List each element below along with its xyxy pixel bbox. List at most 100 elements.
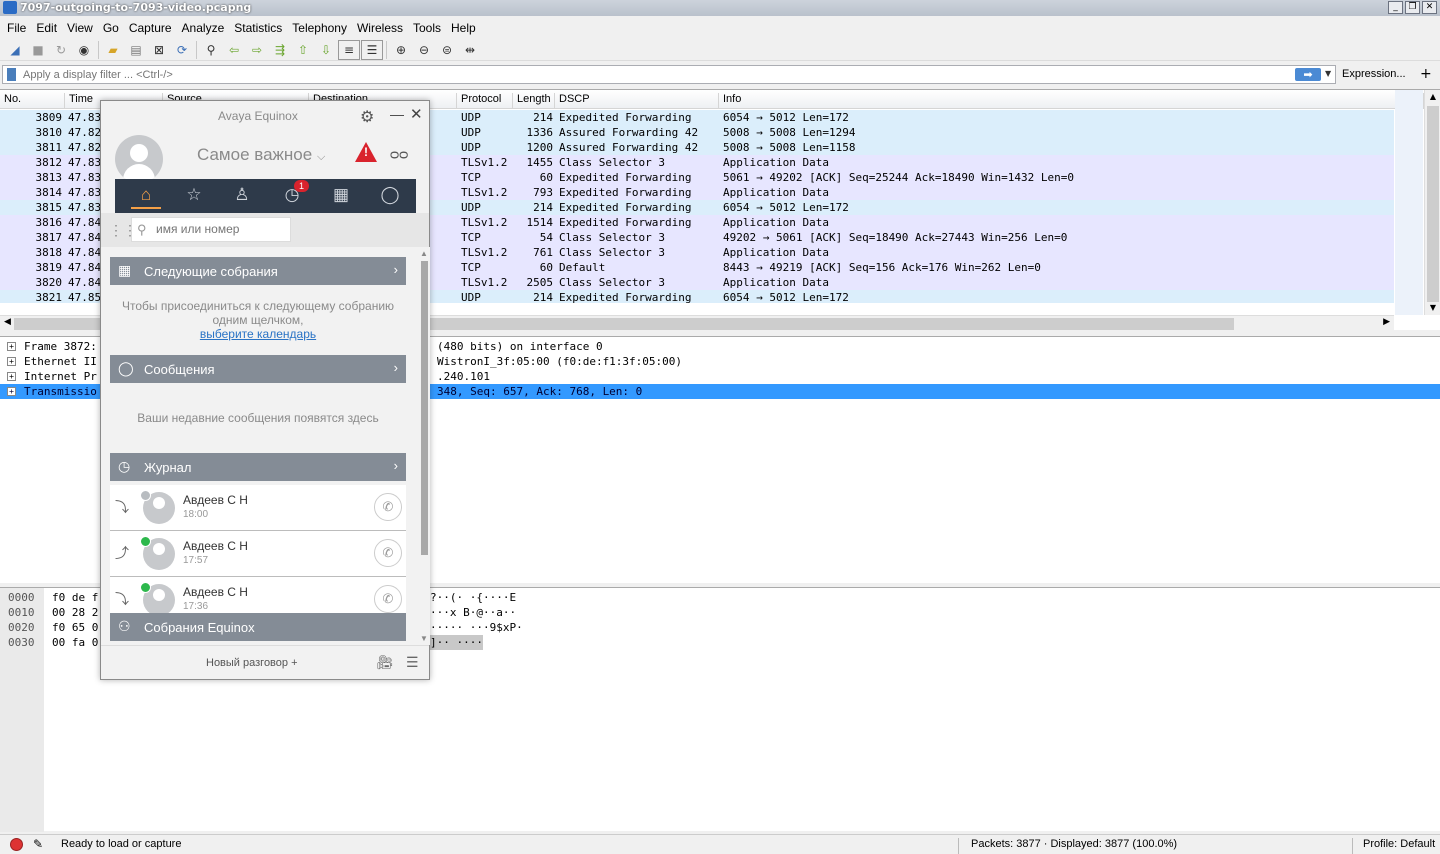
col-protocol[interactable]: Protocol <box>457 93 513 109</box>
avaya-scrollbar[interactable]: ▲ ▼ <box>418 247 430 645</box>
scroll-left-icon[interactable]: ◀ <box>4 317 11 327</box>
restart-capture-icon[interactable]: ↻ <box>50 40 72 60</box>
calendar-icon[interactable]: ▦ <box>326 185 356 209</box>
expand-plus-icon[interactable]: + <box>7 387 16 396</box>
warning-icon[interactable]: ! <box>355 142 377 162</box>
profile-label[interactable]: Profile: Default <box>1352 838 1435 854</box>
menu-item-tools[interactable]: Tools <box>408 21 446 35</box>
equinox-meetings-section-header[interactable]: ⚇ Собрания Equinox <box>110 613 406 641</box>
list-view-icon[interactable]: ☰ <box>406 654 419 671</box>
home-icon[interactable]: ⌂ <box>131 185 161 209</box>
camera-mic-icon[interactable]: 🎥︎ <box>376 654 394 671</box>
settings-gear-icon[interactable]: ⚙ <box>360 107 374 127</box>
reload-file-icon[interactable]: ⟳ <box>171 40 193 60</box>
meetings-section-header[interactable]: ▦ Следующие собрания › <box>110 257 406 285</box>
find-packet-icon[interactable]: ⚲ <box>200 40 222 60</box>
go-to-packet-icon[interactable]: ⇶ <box>269 40 291 60</box>
expand-plus-icon[interactable]: + <box>7 342 16 351</box>
new-conversation-button[interactable]: Новый разговор + <box>206 657 298 669</box>
close-button[interactable]: ✕ <box>1422 1 1437 14</box>
menu-item-go[interactable]: Go <box>98 21 124 35</box>
edit-comment-icon[interactable]: ✎ <box>33 837 43 851</box>
incoming-call-icon: ⤵ <box>115 591 129 607</box>
display-filter-input[interactable] <box>23 67 1283 82</box>
history-item[interactable]: ⤴ Авдеев С Н 17:57 ✆ <box>110 531 406 577</box>
go-back-icon[interactable]: ⇦ <box>223 40 245 60</box>
menu-item-analyze[interactable]: Analyze <box>177 21 230 35</box>
menu-item-edit[interactable]: Edit <box>31 21 62 35</box>
capture-options-icon[interactable]: ◉ <box>73 40 95 60</box>
stop-capture-icon[interactable]: ■ <box>27 40 49 60</box>
menu-item-view[interactable]: View <box>62 21 98 35</box>
open-file-icon[interactable]: ▰ <box>102 40 124 60</box>
phone-call-icon[interactable]: ✆ <box>374 585 402 613</box>
vscroll-thumb[interactable] <box>1427 106 1439 302</box>
packet-list-vscroll[interactable]: ▲ ▼ <box>1424 90 1440 315</box>
choose-calendar-link[interactable]: выберите календарь <box>200 327 316 341</box>
packet-length: 2505 <box>526 276 554 289</box>
avaya-close-button[interactable]: ✕ <box>410 105 423 123</box>
contact-name: Авдеев С Н <box>183 493 248 507</box>
meetings-empty-state: Чтобы присоединиться к следующему собран… <box>110 299 406 341</box>
autoscroll-icon[interactable]: ≡ <box>338 39 360 60</box>
col-info[interactable]: Info <box>719 93 1424 109</box>
menu-item-help[interactable]: Help <box>446 21 481 35</box>
packet-info: 6054 → 5012 Len=172 <box>723 111 849 124</box>
close-file-icon[interactable]: ⊠ <box>148 40 170 60</box>
filter-dropdown-icon[interactable]: ▼ <box>1325 69 1331 78</box>
zoom-out-icon[interactable]: ⊖ <box>413 40 435 60</box>
packet-no: 3814 <box>35 186 63 199</box>
expression-button[interactable]: Expression... <box>1342 68 1406 80</box>
bookmark-icon[interactable] <box>7 68 16 81</box>
packet-time: 47.85 <box>68 291 102 303</box>
history-item[interactable]: ⤵ Авдеев С Н 18:00 ✆ <box>110 485 406 531</box>
contacts-person-icon[interactable]: ♙ <box>227 185 257 209</box>
menu-item-file[interactable]: File <box>2 21 31 35</box>
messages-section-header[interactable]: ◯ Сообщения › <box>110 355 406 383</box>
maximize-button[interactable]: ❐ <box>1405 1 1420 14</box>
voicemail-icon[interactable]: ᴑᴑ <box>390 146 408 163</box>
menu-item-wireless[interactable]: Wireless <box>352 21 408 35</box>
call-time: 18:00 <box>183 509 209 520</box>
shark-start-icon[interactable]: ◢ <box>4 40 26 60</box>
search-input[interactable] <box>156 222 286 236</box>
colorize-icon[interactable]: ☰ <box>361 39 383 60</box>
journal-section-header[interactable]: ◷ Журнал › <box>110 453 406 481</box>
scroll-up-icon[interactable]: ▲ <box>1426 90 1440 104</box>
col-no[interactable]: No. <box>0 93 65 109</box>
apply-filter-icon[interactable]: ➡ <box>1295 68 1321 81</box>
packet-no: 3815 <box>35 201 63 214</box>
avaya-scroll-thumb[interactable] <box>421 261 428 555</box>
first-packet-icon[interactable]: ⇧ <box>292 40 314 60</box>
add-filter-button[interactable]: + <box>1420 66 1432 82</box>
resize-columns-icon[interactable]: ⇹ <box>459 40 481 60</box>
hex-offset: 0010 <box>8 606 35 619</box>
expert-info-icon[interactable] <box>10 838 23 851</box>
expand-plus-icon[interactable]: + <box>7 357 16 366</box>
go-forward-icon[interactable]: ⇨ <box>246 40 268 60</box>
presence-selector[interactable]: Самое важное ⌵ <box>197 145 325 165</box>
packet-minimap[interactable] <box>1395 90 1423 315</box>
col-dscp[interactable]: DSCP <box>555 93 719 109</box>
menu-item-telephony[interactable]: Telephony <box>287 21 352 35</box>
messages-bubble-icon[interactable]: ◯ <box>375 185 405 209</box>
col-length[interactable]: Length <box>513 93 555 109</box>
call-time: 17:57 <box>183 555 209 566</box>
avatar[interactable] <box>115 135 163 183</box>
expand-plus-icon[interactable]: + <box>7 372 16 381</box>
avaya-minimize-button[interactable]: — <box>390 106 404 122</box>
normal-size-icon[interactable]: ⊜ <box>436 40 458 60</box>
phone-call-icon[interactable]: ✆ <box>374 493 402 521</box>
favorites-star-icon[interactable]: ☆ <box>179 185 209 209</box>
minimize-button[interactable]: _ <box>1388 1 1403 14</box>
menu-item-capture[interactable]: Capture <box>124 21 177 35</box>
phone-call-icon[interactable]: ✆ <box>374 539 402 567</box>
scroll-down-icon[interactable]: ▼ <box>420 634 428 643</box>
menu-item-statistics[interactable]: Statistics <box>229 21 287 35</box>
scroll-right-icon[interactable]: ▶ <box>1383 317 1390 327</box>
scroll-down-icon[interactable]: ▼ <box>1426 301 1440 315</box>
scroll-up-icon[interactable]: ▲ <box>420 249 428 258</box>
zoom-in-icon[interactable]: ⊕ <box>390 40 412 60</box>
last-packet-icon[interactable]: ⇩ <box>315 40 337 60</box>
save-file-icon[interactable]: ▤ <box>125 40 147 60</box>
